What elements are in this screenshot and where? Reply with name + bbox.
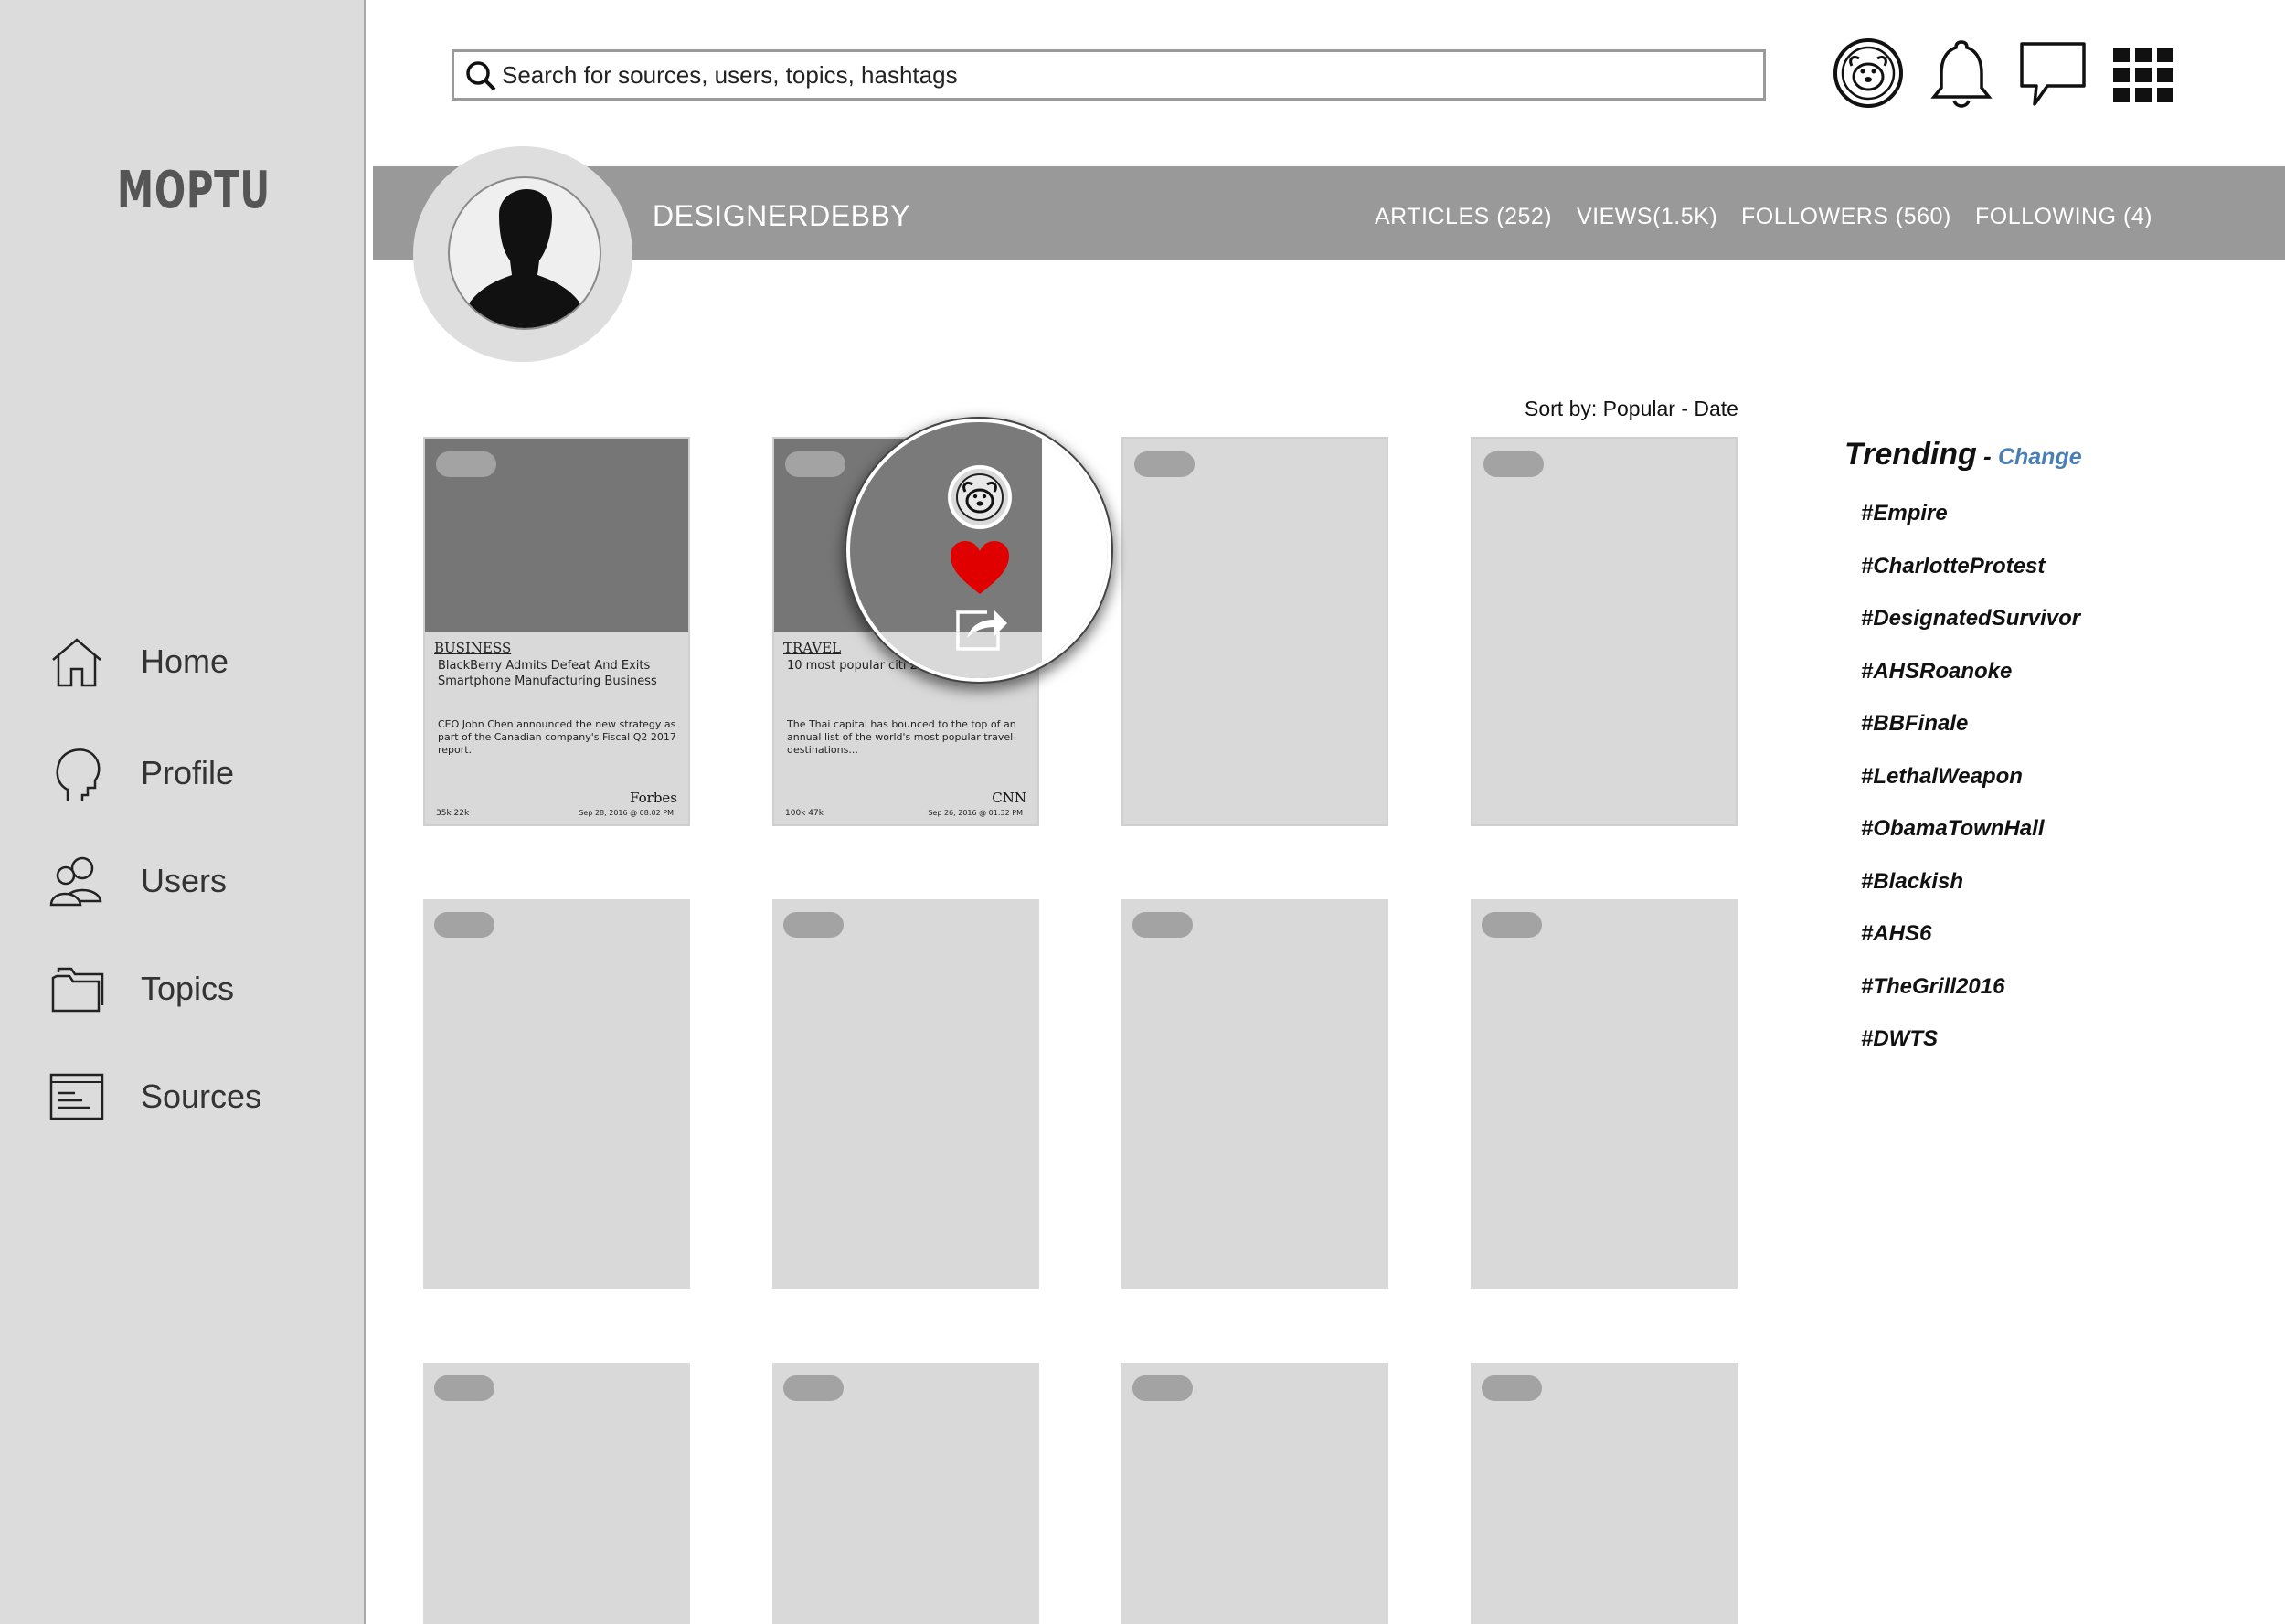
article-card[interactable]: BUSINESS BlackBerry Admits Defeat And Ex… (423, 437, 690, 826)
trending-hashtag[interactable]: #AHS6 (1861, 921, 1931, 947)
sidebar-item-label: Home (141, 642, 229, 680)
card-badge (1482, 1375, 1542, 1401)
sidebar-item-users[interactable]: Users (48, 844, 227, 918)
card-badge (1482, 912, 1542, 938)
article-source: Forbes (630, 790, 677, 806)
heart-icon[interactable] (947, 537, 1013, 598)
trending-hashtag[interactable]: #Empire (1861, 501, 1948, 526)
card-badge (1132, 1375, 1193, 1401)
article-date: Sep 26, 2016 @ 01:32 PM (928, 809, 1023, 817)
home-icon (52, 638, 101, 687)
dog-avatar-icon[interactable] (947, 464, 1013, 530)
trending-title: Trending (1844, 437, 1977, 472)
app-logo: MOPTU (117, 161, 271, 220)
trending-header: Trending - Change (1844, 437, 2082, 472)
article-counts: 100k 47k (785, 809, 824, 818)
trending-separator: - (1976, 442, 1998, 470)
sidebar-item-sources[interactable]: Sources (48, 1060, 261, 1133)
card-badge (434, 1375, 494, 1401)
avatar-placeholder (448, 176, 601, 330)
trending-hashtag[interactable]: #CharlotteProtest (1861, 554, 2045, 579)
search-bar (452, 49, 1766, 101)
sort-separator: - (1674, 397, 1695, 420)
card-badge (785, 451, 845, 477)
sort-by: Sort by: Popular - Date (1525, 397, 1738, 421)
card-badge (436, 451, 496, 477)
stat-views[interactable]: VIEWS(1.5K) (1577, 204, 1717, 230)
article-category: BUSINESS (434, 640, 512, 656)
profile-username: DESIGNERDEBBY (653, 199, 911, 232)
article-card-placeholder[interactable] (1471, 1363, 1738, 1624)
article-card-placeholder[interactable] (423, 1363, 690, 1624)
sidebar-item-topics[interactable]: Topics (48, 952, 234, 1025)
card-badge (783, 1375, 844, 1401)
article-category: TRAVEL (783, 640, 842, 656)
stat-followers[interactable]: FOLLOWERS (560) (1741, 204, 1951, 230)
search-input[interactable] (502, 52, 1754, 98)
article-card-placeholder[interactable] (1121, 437, 1388, 826)
trending-hashtag[interactable]: #Blackish (1861, 869, 1963, 895)
bell-icon[interactable] (1923, 35, 2000, 111)
trending-hashtag[interactable]: #BBFinale (1861, 711, 1968, 737)
sidebar-item-label: Sources (141, 1077, 262, 1115)
card-actions-magnifier (846, 419, 1111, 682)
card-badge (1132, 912, 1193, 938)
trending-hashtag[interactable]: #AHSRoanoke (1861, 659, 2012, 685)
person-silhouette-icon (462, 189, 587, 328)
sidebar-item-label: Topics (141, 970, 235, 1007)
magnifier-card-body (850, 632, 1042, 678)
share-icon[interactable] (951, 605, 1011, 654)
users-icon (49, 856, 102, 907)
article-counts: 35k 22k (436, 809, 470, 818)
article-card-placeholder[interactable] (1471, 899, 1738, 1289)
card-badge (434, 912, 494, 938)
article-card-placeholder[interactable] (423, 899, 690, 1289)
apps-grid-icon[interactable] (2106, 35, 2183, 111)
trending-hashtag[interactable]: #TheGrill2016 (1861, 974, 2004, 1000)
trending-hashtag[interactable]: #ObamaTownHall (1861, 816, 2044, 842)
dog-avatar-icon[interactable] (1830, 35, 1907, 111)
article-card-placeholder[interactable] (772, 899, 1039, 1289)
card-badge (1483, 451, 1544, 477)
article-card-placeholder[interactable] (1471, 437, 1738, 826)
head-profile-icon (56, 748, 101, 801)
folder-icon (51, 967, 104, 1013)
article-card-placeholder[interactable] (1121, 1363, 1388, 1624)
article-summary: CEO John Chen announced the new strategy… (438, 718, 676, 756)
sources-list-icon (49, 1073, 104, 1120)
sort-label: Sort by: (1525, 397, 1603, 420)
trending-hashtag[interactable]: #LethalWeapon (1861, 764, 2023, 790)
trending-hashtag[interactable]: #DWTS (1861, 1026, 1938, 1052)
magnifier-background (1042, 422, 1108, 678)
sidebar-item-label: Users (141, 862, 228, 899)
sidebar-item-home[interactable]: Home (48, 625, 228, 698)
search-icon (466, 61, 496, 91)
article-summary: The Thai capital has bounced to the top … (787, 718, 1016, 756)
article-card-placeholder[interactable] (772, 1363, 1039, 1624)
trending-hashtag[interactable]: #DesignatedSurvivor (1861, 606, 2080, 632)
trending-change-link[interactable]: Change (1998, 444, 2082, 470)
stat-articles[interactable]: ARTICLES (252) (1375, 204, 1552, 230)
article-date: Sep 28, 2016 @ 08:02 PM (579, 809, 674, 817)
sidebar-item-label: Profile (141, 754, 235, 791)
article-headline: BlackBerry Admits Defeat And Exits Smart… (438, 659, 657, 688)
card-badge (1134, 451, 1195, 477)
stat-following[interactable]: FOLLOWING (4) (1975, 204, 2152, 230)
article-source: CNN (992, 790, 1026, 806)
sort-popular-option[interactable]: Popular (1603, 397, 1675, 420)
article-card-placeholder[interactable] (1121, 899, 1388, 1289)
sidebar: MOPTU Home Profile Users Topics Sources (0, 0, 366, 1624)
chat-bubble-icon[interactable] (2014, 35, 2091, 111)
card-badge (783, 912, 844, 938)
sidebar-item-profile[interactable]: Profile (48, 737, 234, 810)
sort-date-option[interactable]: Date (1694, 397, 1738, 420)
